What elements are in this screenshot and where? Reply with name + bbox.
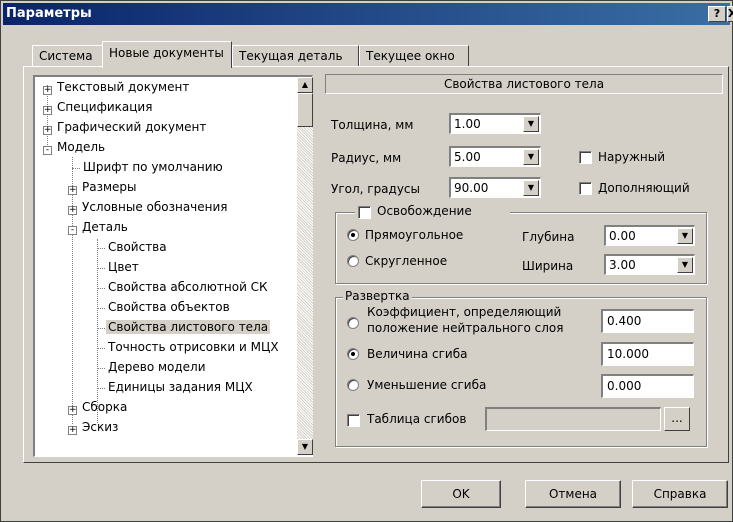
scroll-thumb[interactable] — [297, 93, 313, 127]
expand-icon[interactable]: + — [68, 406, 77, 415]
width-label: Ширина — [522, 259, 574, 273]
angle-label: Угол, градусы — [331, 182, 421, 196]
tree-item-graphic-document[interactable]: + Графический документ — [43, 118, 208, 138]
tab-current-part[interactable]: Текущая деталь — [232, 45, 359, 67]
relief-round-radio[interactable] — [347, 255, 359, 267]
bend-reduce-label: Уменьшение сгиба — [367, 378, 487, 392]
settings-tree[interactable]: + Текстовый документ + Спецификация + Графи… — [33, 75, 313, 457]
tree-item-symbols[interactable]: + Условные обозначения — [68, 198, 230, 218]
expand-icon[interactable]: + — [43, 126, 52, 135]
scroll-up-icon[interactable]: ▲ — [297, 77, 313, 93]
width-combo[interactable]: 3.00 ▼ — [604, 254, 695, 275]
outer-checkbox[interactable] — [579, 151, 592, 164]
expand-icon[interactable]: + — [43, 106, 52, 115]
chevron-down-icon[interactable]: ▼ — [523, 116, 539, 132]
tab-system[interactable]: Система — [32, 45, 104, 67]
relief-rect-radio[interactable] — [347, 229, 359, 241]
cancel-button[interactable]: Отмена — [525, 480, 621, 508]
coef-input[interactable]: 0.400 — [601, 309, 694, 333]
depth-combo[interactable]: 0.00 ▼ — [604, 225, 695, 246]
relief-rect-label: Прямоугольное — [365, 228, 464, 242]
parameters-dialog: Параметры ? X Система Новые документы Те… — [0, 0, 733, 522]
tree-item-specification[interactable]: + Спецификация — [43, 98, 154, 118]
window-title: Параметры — [6, 6, 92, 21]
tree-item-color[interactable]: Цвет — [106, 258, 141, 278]
coef-label-line2: положение нейтрального слоя — [367, 321, 564, 335]
complement-label: Дополняющий — [598, 181, 690, 195]
help-icon[interactable]: ? — [708, 6, 726, 22]
tree-item-object-properties[interactable]: Свойства объектов — [106, 298, 232, 318]
relief-label: Освобождение — [377, 204, 472, 218]
tab-new-documents[interactable]: Новые документы — [102, 41, 232, 68]
scroll-down-icon[interactable]: ▼ — [297, 439, 313, 455]
radius-label: Радиус, мм — [331, 151, 402, 165]
collapse-icon[interactable]: - — [68, 226, 77, 235]
depth-label: Глубина — [522, 230, 575, 244]
tree-item-properties[interactable]: Свойства — [106, 238, 169, 258]
browse-button[interactable]: ... — [664, 407, 690, 431]
thickness-label: Толщина, мм — [331, 118, 414, 132]
tree-item-dimensions[interactable]: + Размеры — [68, 178, 139, 198]
expand-icon[interactable]: + — [68, 426, 77, 435]
bend-table-label: Таблица сгибов — [367, 412, 467, 426]
close-icon[interactable]: X — [727, 6, 733, 22]
expand-icon[interactable]: + — [68, 186, 77, 195]
tree-item-absolute-cs[interactable]: Свойства абсолютной СК — [106, 278, 270, 298]
bend-value-radio[interactable] — [347, 348, 359, 360]
complement-checkbox[interactable] — [579, 182, 592, 195]
chevron-down-icon[interactable]: ▼ — [523, 180, 539, 196]
relief-round-label: Скругленное — [365, 254, 448, 268]
angle-combo[interactable]: 90.00 ▼ — [449, 177, 541, 198]
tree-item-part[interactable]: - Деталь — [68, 218, 130, 238]
expand-icon[interactable]: + — [43, 86, 52, 95]
outer-label: Наружный — [598, 150, 666, 164]
bend-value-label: Величина сгиба — [367, 347, 468, 361]
collapse-icon[interactable]: - — [43, 146, 52, 155]
relief-checkbox[interactable] — [358, 206, 371, 219]
tree-item-sketch[interactable]: + Эскиз — [68, 418, 120, 438]
bend-value-input[interactable]: 10.000 — [601, 342, 694, 366]
tree-item-default-font[interactable]: Шрифт по умолчанию — [81, 158, 225, 178]
tree-item-model[interactable]: - Модель — [43, 138, 107, 158]
tree-item-assembly[interactable]: + Сборка — [68, 398, 129, 418]
bend-reduce-radio[interactable] — [347, 379, 359, 391]
unfold-title: Развертка — [343, 289, 412, 303]
chevron-down-icon[interactable]: ▼ — [677, 228, 693, 244]
bend-table-checkbox[interactable] — [347, 414, 360, 427]
panel-header: Свойства листового тела — [325, 74, 723, 94]
tree-item-mass-units[interactable]: Единицы задания МЦХ — [106, 378, 255, 398]
tree-item-render-precision[interactable]: Точность отрисовки и МЦХ — [106, 338, 281, 358]
tree-item-sheet-body[interactable]: Свойства листового тела — [106, 318, 271, 338]
bend-table-input — [485, 407, 661, 431]
ok-button[interactable]: OK — [421, 480, 501, 508]
coef-label-line1: Коэффициент, определяющий — [367, 305, 562, 319]
title-bar: Параметры ? X — [3, 3, 733, 25]
tab-current-window[interactable]: Текущее окно — [359, 45, 469, 67]
coef-radio[interactable] — [347, 317, 359, 329]
chevron-down-icon[interactable]: ▼ — [523, 149, 539, 165]
thickness-combo[interactable]: 1.00 ▼ — [449, 113, 541, 134]
chevron-down-icon[interactable]: ▼ — [677, 257, 693, 273]
radius-combo[interactable]: 5.00 ▼ — [449, 146, 541, 167]
tree-item-text-document[interactable]: + Текстовый документ — [43, 78, 191, 98]
tree-scrollbar[interactable]: ▲ ▼ — [297, 77, 313, 455]
bend-reduce-input[interactable]: 0.000 — [601, 374, 694, 398]
tree-item-model-tree[interactable]: Дерево модели — [106, 358, 208, 378]
help-button[interactable]: Справка — [632, 480, 728, 508]
expand-icon[interactable]: + — [68, 206, 77, 215]
